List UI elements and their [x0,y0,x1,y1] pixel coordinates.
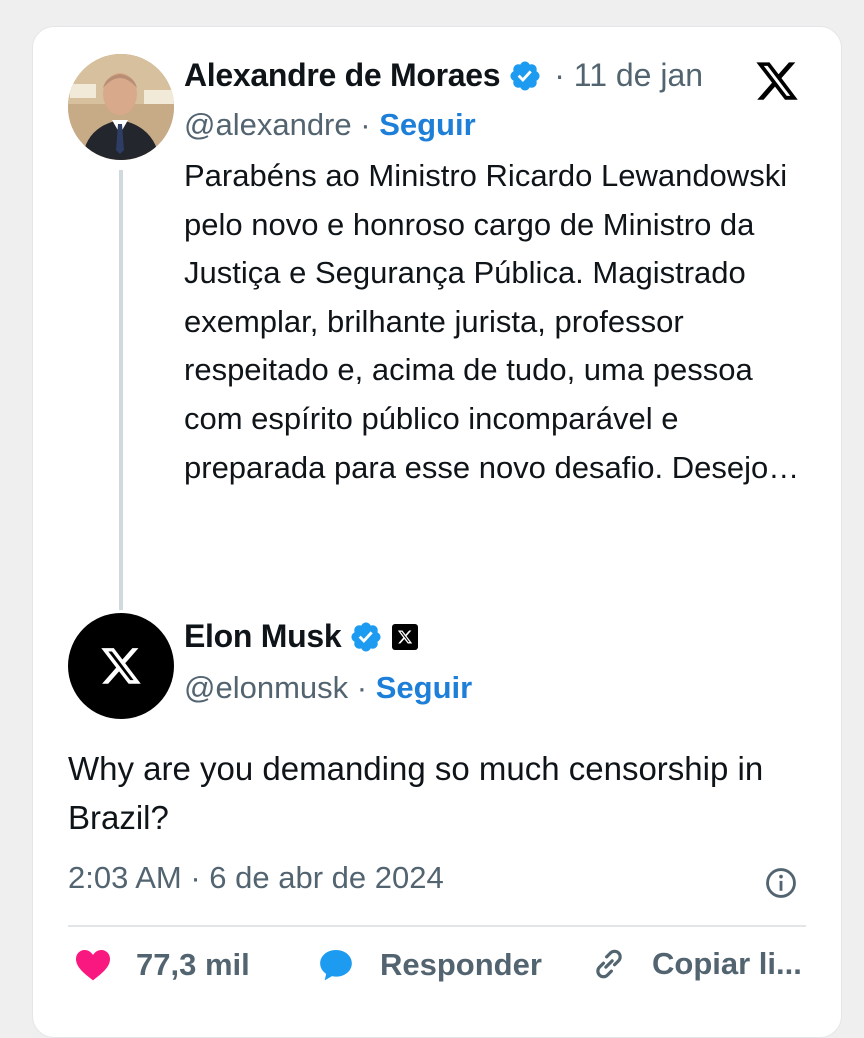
like-count: 77,3 mil [136,947,250,982]
x-logo-icon[interactable] [752,58,802,104]
verified-badge-icon [510,60,540,91]
divider [68,925,806,927]
quoted-header: Alexandre de Moraes · 11 de jan [184,57,703,94]
reply-label: Responder [380,947,542,982]
author-name[interactable]: Alexandre de Moraes [184,57,501,94]
link-icon [596,949,622,979]
post-text: Why are you demanding so much censorship… [68,750,764,836]
follow-button[interactable]: Seguir [379,107,475,142]
info-icon[interactable] [764,866,798,900]
post-timestamp[interactable]: 2:03 AM · 6 de abr de 2024 [68,860,444,896]
separator-dot: · [348,670,376,705]
author-handle[interactable]: @elonmusk [184,670,348,705]
post-date[interactable]: · 11 de jan [554,57,703,94]
avatar-alexandre[interactable] [68,54,174,160]
verified-badge-icon [351,621,381,652]
copy-link-label: Copiar li... [652,946,802,981]
avatar-elon[interactable] [68,613,174,719]
thread-connector [119,170,123,610]
heart-icon [76,950,110,981]
copy-link-button[interactable]: Copiar li... [590,945,802,983]
reply-button[interactable]: Responder [314,945,542,985]
quoted-post-text[interactable]: Parabéns ao Ministro Ricardo Lewandowski… [184,152,804,492]
quoted-handle-row: @alexandre · Seguir [184,107,476,143]
like-button[interactable]: 77,3 mil [72,945,250,985]
reply-handle-row: @elonmusk · Seguir [184,670,472,706]
author-name[interactable]: Elon Musk [184,618,342,655]
follow-button[interactable]: Seguir [376,670,472,705]
reply-bubble-icon [320,950,352,981]
author-handle[interactable]: @alexandre [184,107,352,142]
reply-header: Elon Musk [184,618,419,655]
affiliate-x-icon [392,623,419,650]
separator-dot: · [351,107,380,142]
